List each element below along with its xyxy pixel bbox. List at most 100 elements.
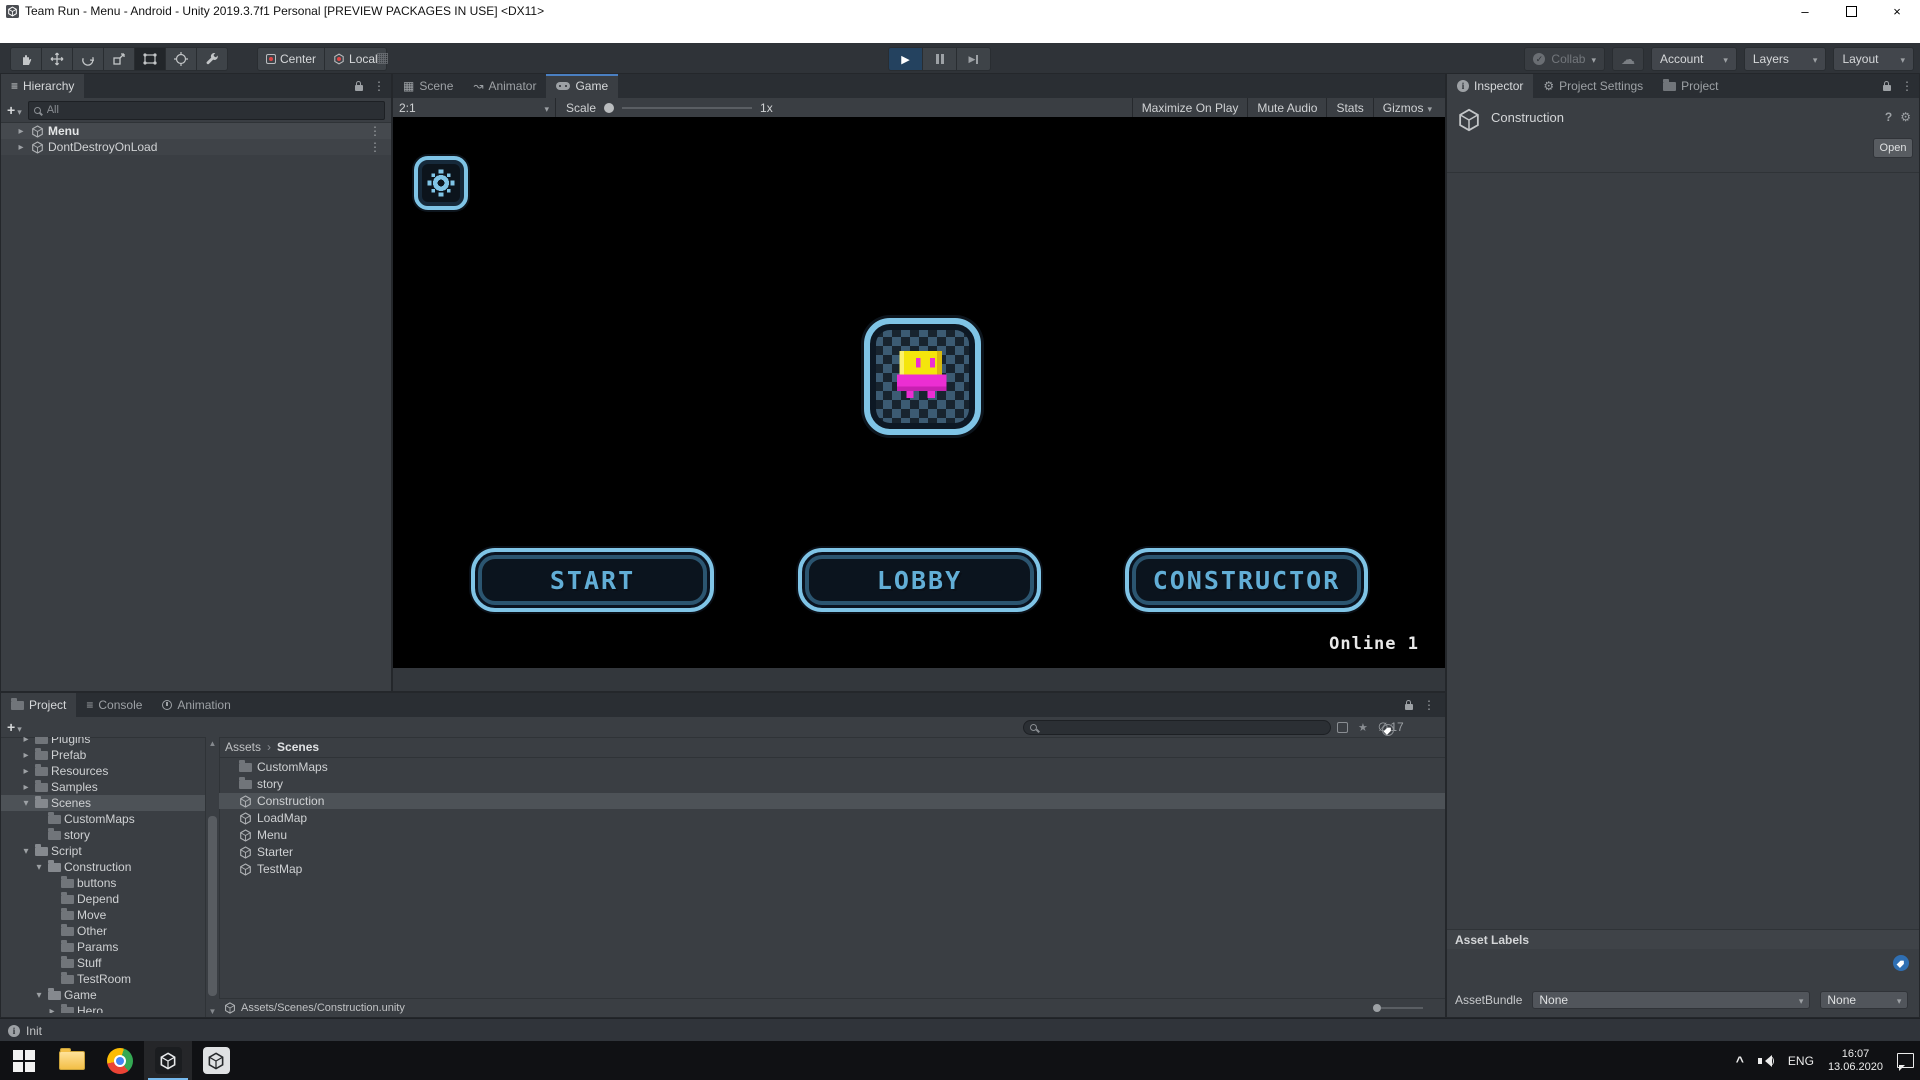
speaker-icon[interactable] [1758, 1055, 1774, 1067]
expand-arrow-icon[interactable] [20, 798, 32, 809]
breadcrumb-root[interactable]: Assets [225, 740, 261, 754]
rect-tool-button[interactable] [135, 47, 166, 71]
open-button[interactable]: Open [1873, 138, 1913, 158]
lobby-button[interactable]: LOBBY [798, 548, 1041, 612]
menu-item[interactable] [4, 22, 22, 43]
menu-item[interactable] [76, 22, 94, 43]
tree-item[interactable]: Params [1, 939, 205, 955]
view-tab[interactable]: Game [546, 74, 618, 98]
hierarchy-item[interactable]: Menu [1, 123, 391, 139]
assetbundle-variant-dropdown[interactable]: None [1820, 991, 1908, 1009]
tree-item[interactable]: Scenes [1, 795, 205, 811]
custom-tool-button[interactable] [197, 47, 228, 71]
constructor-button[interactable]: CONSTRUCTOR [1125, 548, 1368, 612]
menu-item[interactable] [22, 22, 40, 43]
scale-slider-rail[interactable] [622, 107, 752, 109]
pause-button[interactable] [923, 47, 957, 71]
grid-snapping-icon[interactable] [376, 49, 389, 66]
item-menu-icon[interactable] [369, 124, 381, 138]
tree-item[interactable]: Game [1, 987, 205, 1003]
bottom-panel-tab[interactable]: Console [76, 693, 152, 717]
panel-menu-icon[interactable] [373, 79, 385, 93]
create-menu-button[interactable]: + [7, 102, 22, 118]
project-search-input[interactable] [1041, 720, 1324, 734]
expand-arrow-icon[interactable] [20, 782, 32, 793]
assetbundle-dropdown[interactable]: None [1532, 991, 1810, 1009]
bottom-panel-tab[interactable]: Animation [152, 693, 240, 717]
status-message[interactable]: Init [26, 1024, 42, 1038]
play-button[interactable] [888, 47, 923, 71]
chrome-button[interactable] [96, 1041, 144, 1080]
minimize-button[interactable]: – [1782, 0, 1828, 22]
tree-scrollbar[interactable]: ▲ ▼ [205, 737, 220, 1017]
close-button[interactable]: × [1874, 0, 1920, 22]
aspect-ratio-dropdown[interactable]: 2:1 [393, 98, 556, 117]
expand-arrow-icon[interactable] [33, 990, 45, 1001]
item-menu-icon[interactable] [369, 140, 381, 154]
label-tag-icon[interactable] [1893, 955, 1909, 971]
menu-item[interactable] [40, 22, 58, 43]
tree-item[interactable]: Other [1, 923, 205, 939]
hierarchy-item[interactable]: DontDestroyOnLoad [1, 139, 391, 155]
file-row[interactable]: Menu [219, 827, 1445, 843]
file-row[interactable]: LoadMap [219, 810, 1445, 826]
search-by-type-icon[interactable] [1337, 722, 1348, 733]
rotate-tool-button[interactable] [73, 47, 104, 71]
game-view-option[interactable]: Maximize On Play [1132, 98, 1248, 117]
scroll-up-icon[interactable]: ▲ [206, 737, 219, 749]
start-button[interactable]: START [471, 548, 714, 612]
unity-editor-taskbar-button[interactable] [144, 1041, 192, 1080]
action-center-icon[interactable] [1897, 1053, 1914, 1068]
file-explorer-button[interactable] [48, 1041, 96, 1080]
tree-item[interactable]: Move [1, 907, 205, 923]
tree-item[interactable]: Script [1, 843, 205, 859]
asset-labels-header[interactable]: Asset Labels [1447, 929, 1919, 949]
file-row[interactable]: story [219, 776, 1445, 792]
scrollbar-thumb[interactable] [208, 816, 217, 996]
breadcrumb-current[interactable]: Scenes [277, 740, 319, 754]
panel-menu-icon[interactable] [1423, 698, 1435, 712]
expand-arrow-icon[interactable] [15, 142, 27, 153]
inspector-tab[interactable]: Inspector [1447, 74, 1533, 98]
tray-expand-icon[interactable] [1736, 1053, 1744, 1069]
scale-slider-knob[interactable] [604, 103, 614, 113]
step-button[interactable] [957, 47, 991, 71]
help-icon[interactable] [1885, 110, 1892, 124]
tree-item[interactable]: TestRoom [1, 971, 205, 987]
expand-arrow-icon[interactable] [33, 862, 45, 873]
view-tab[interactable]: Scene [393, 74, 463, 98]
tree-item[interactable]: Prefab [1, 747, 205, 763]
tree-item[interactable]: buttons [1, 875, 205, 891]
bottom-panel-tab[interactable]: Project [1, 693, 76, 717]
view-tab[interactable]: Animator [463, 74, 546, 98]
icon-size-slider[interactable] [1373, 1004, 1423, 1012]
tree-item[interactable]: Construction [1, 859, 205, 875]
tab-hierarchy[interactable]: Hierarchy [1, 74, 84, 98]
expand-arrow-icon[interactable] [20, 846, 32, 857]
cloud-button[interactable] [1612, 47, 1644, 71]
pivot-mode-button[interactable]: Center [257, 47, 325, 71]
menu-item[interactable] [94, 22, 112, 43]
expand-arrow-icon[interactable] [15, 126, 27, 137]
tree-item[interactable]: Resources [1, 763, 205, 779]
layout-button[interactable]: Layout [1833, 47, 1914, 71]
layers-button[interactable]: Layers [1744, 47, 1827, 71]
expand-arrow-icon[interactable] [46, 1006, 58, 1014]
start-button[interactable] [0, 1041, 48, 1080]
account-button[interactable]: Account [1651, 47, 1737, 71]
transform-tool-button[interactable] [166, 47, 197, 71]
create-menu-button[interactable]: + [7, 719, 22, 735]
game-view-option[interactable]: Stats [1326, 98, 1372, 117]
settings-button[interactable] [414, 156, 468, 210]
favorites-icon[interactable] [1358, 720, 1368, 734]
search-by-label-icon[interactable] [1382, 724, 1394, 736]
scale-tool-button[interactable] [104, 47, 135, 71]
tree-item[interactable]: Hero [1, 1003, 205, 1013]
lock-icon[interactable] [1405, 704, 1413, 710]
menu-item[interactable] [58, 22, 76, 43]
tree-item[interactable]: story [1, 827, 205, 843]
gear-icon[interactable] [1900, 110, 1911, 124]
game-view-option[interactable]: Mute Audio [1247, 98, 1326, 117]
taskbar-clock[interactable]: 16:07 13.06.2020 [1828, 1048, 1883, 1074]
panel-menu-icon[interactable] [1901, 79, 1913, 93]
